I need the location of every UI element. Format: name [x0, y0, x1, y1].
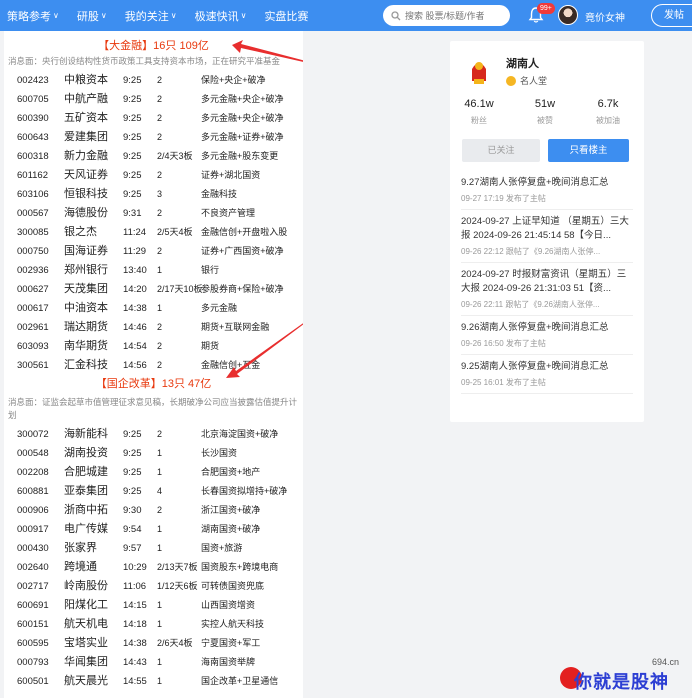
nav-item-label: 研股 — [76, 10, 99, 23]
nav-menu: 策略参考 ∨ 研股 ∨ 我的关注 ∨ 极速快讯 ∨ 实盘比赛 — [0, 0, 317, 31]
nav-item-label: 策略参考 — [7, 10, 51, 23]
watermark-brand: 你就是股神 — [574, 672, 669, 692]
post-title[interactable]: 2024-09-27 上证早知道 （星期五）三大报 2024-09-26 21:… — [461, 215, 633, 243]
article-content: 【大金融】16只 109亿 消息面：央行创设结构性货币政策工具支持资本市场，正在研… — [4, 31, 303, 698]
post-meta: 09-27 17:19 发布了主帖 — [461, 194, 546, 203]
author-role: 名人堂 — [506, 74, 547, 87]
recent-post[interactable]: 9.27湖南人张停复盘+晚间消息汇总 09-27 17:19 发布了主帖 — [461, 171, 633, 210]
stat-value: 46.1w — [464, 98, 494, 110]
nav-item[interactable]: 我的关注 ∨ — [116, 0, 186, 31]
only-host-button[interactable]: 只看楼主 — [548, 139, 629, 162]
post-meta: 09-25 16:01 发布了主帖 — [461, 378, 546, 387]
stat-value: 6.7k — [597, 98, 619, 110]
stat-likes: 51w 被赞 — [520, 98, 570, 126]
post-title[interactable]: 2024-09-27 时报财富资讯（星期五）三大报 2024-09-26 21:… — [461, 268, 633, 296]
annotation-arrows — [226, 40, 303, 378]
recent-posts: 9.27湖南人张停复盘+晚间消息汇总 09-27 17:19 发布了主帖 2024-… — [461, 171, 633, 394]
nav-item[interactable]: 实盘比赛 — [255, 0, 317, 31]
chevron-down-icon: ∨ — [100, 11, 107, 20]
post-meta: 09-26 22:12 跟帖了《9.26湖南人张停... — [461, 247, 601, 256]
nav-item[interactable]: 研股 ∨ — [68, 0, 116, 31]
stat-label: 被赞 — [537, 116, 553, 125]
watermark-site: 694.cn — [652, 657, 680, 667]
chevron-down-icon: ∨ — [170, 11, 177, 20]
search-input[interactable] — [405, 10, 505, 21]
role-label: 名人堂 — [520, 76, 548, 86]
recent-post[interactable]: 9.26湖南人张停复盘+晚间消息汇总 09-26 16:50 发布了主帖 — [461, 316, 633, 355]
nav-item[interactable]: 策略参考 ∨ — [0, 0, 68, 31]
username[interactable]: 竟价女神 — [585, 9, 625, 24]
recent-post[interactable]: 2024-09-27 上证早知道 （星期五）三大报 2024-09-26 21:… — [461, 210, 633, 263]
author-logo-icon[interactable] — [464, 55, 494, 87]
stat-cheers: 6.7k 被加油 — [583, 98, 633, 126]
stat-value: 51w — [534, 98, 556, 110]
user-avatar[interactable] — [558, 5, 578, 25]
search-box[interactable] — [383, 5, 510, 26]
chevron-down-icon: ∨ — [53, 11, 59, 20]
nav-item-label: 极速快讯 — [194, 10, 239, 23]
recent-post[interactable]: 9.25湖南人张停复盘+晚间消息汇总 09-25 16:01 发布了主帖 — [461, 355, 633, 394]
notification-badge: 99+ — [537, 3, 555, 14]
arrow-to-soe-title — [226, 323, 303, 378]
stat-label: 粉丝 — [471, 116, 487, 125]
nav-item[interactable]: 极速快讯 ∨ — [186, 0, 256, 31]
recent-post[interactable]: 2024-09-27 时报财富资讯（星期五）三大报 2024-09-26 21:… — [461, 263, 633, 316]
stat-fans: 46.1w 粉丝 — [454, 98, 504, 126]
search-icon — [391, 10, 401, 20]
top-navigation: 策略参考∨研股∨我的关注∨极速快讯∨实盘比赛 99+ 竟价女神 发帖 — [0, 0, 692, 31]
followed-button[interactable]: 已关注 — [462, 139, 540, 162]
post-button[interactable]: 发帖 — [651, 4, 692, 27]
watermark: 694.cn 你就是股神 — [560, 655, 692, 698]
nav-item-label: 我的关注 — [124, 10, 169, 23]
post-title[interactable]: 9.27湖南人张停复盘+晚间消息汇总 — [461, 176, 633, 190]
post-title[interactable]: 9.26湖南人张停复盘+晚间消息汇总 — [461, 321, 633, 335]
post-title[interactable]: 9.25湖南人张停复盘+晚间消息汇总 — [461, 360, 633, 374]
arrow-to-finance-title — [232, 40, 303, 62]
medal-icon — [506, 75, 516, 86]
nav-item-label: 实盘比赛 — [264, 10, 309, 23]
chevron-down-icon: ∨ — [240, 11, 247, 20]
author-card: 湖南人 名人堂 46.1w 粉丝 51w 被赞 6.7k 被加油 已关注 只看楼… — [450, 41, 644, 422]
post-meta: 09-26 22:11 跟帖了《9.26湖南人张停... — [461, 300, 600, 309]
post-meta: 09-26 16:50 发布了主帖 — [461, 339, 546, 348]
stat-label: 被加油 — [596, 116, 620, 125]
author-name[interactable]: 湖南人 — [506, 55, 539, 71]
